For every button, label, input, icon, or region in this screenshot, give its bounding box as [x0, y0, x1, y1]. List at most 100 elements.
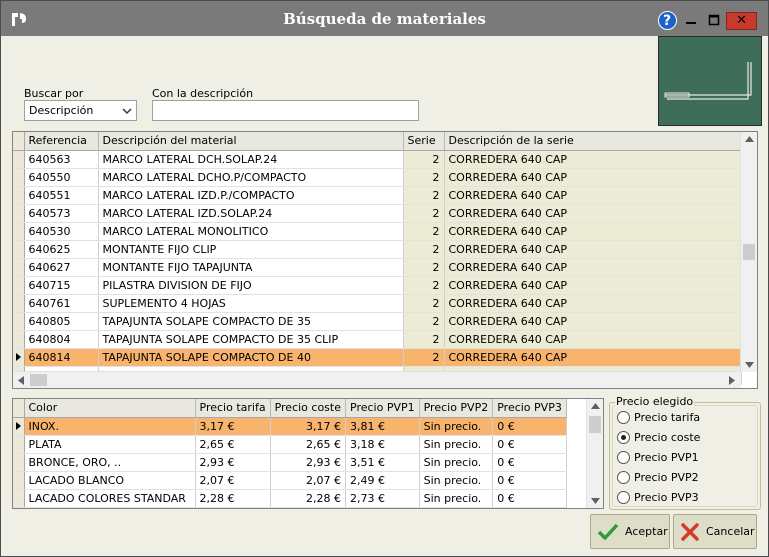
material-row[interactable]: 640563 MARCO LATERAL DCH.SOLAP.24 2 CORREDE…: [13, 150, 742, 169]
materials-horizontal-scrollbar[interactable]: [13, 371, 741, 388]
scroll-down-icon[interactable]: [591, 498, 600, 504]
cell-ref: 640550: [24, 168, 99, 187]
cell-color: BRONCE, ORO, ..: [24, 453, 196, 472]
material-row[interactable]: 640761 SUPLEMENTO 4 HOJAS 2 CORREDERA 640 C…: [13, 294, 742, 313]
material-row[interactable]: 640550 MARCO LATERAL DCHO.P/COMPACTO 2 CORR…: [13, 168, 742, 187]
profile-preview: [658, 36, 762, 126]
color-row[interactable]: LACADO COLORES STANDAR 2,28 €2,28 €2,73 €…: [13, 489, 567, 508]
cell-precio-pvp1: 3,81 €: [345, 417, 420, 436]
profile-drawing-icon: [664, 62, 752, 100]
cell-desc: TAPAJUNTA SOLAPE COMPACTO DE 35: [98, 312, 404, 331]
color-row[interactable]: LACADO BLANCO 2,07 €2,07 €2,49 € Sin preci…: [13, 471, 567, 490]
column-header-descripcion-serie[interactable]: Descripción de la serie: [444, 132, 742, 151]
search-by-select[interactable]: Descripción: [24, 100, 137, 121]
materials-vertical-scrollbar[interactable]: [740, 132, 757, 372]
scroll-left-icon[interactable]: [18, 376, 24, 385]
cell-precio-pvp3: 0 €: [492, 489, 567, 508]
material-row[interactable]: 640573 MARCO LATERAL IZD.SOLAP.24 2 CORREDE…: [13, 204, 742, 223]
column-header-precio-pvp1[interactable]: Precio PVP1: [345, 399, 420, 418]
cell-desc: MONTANTE FIJO CLIP: [98, 240, 404, 259]
cell-desc: MONTANTE FIJO TAPAJUNTA: [98, 258, 404, 277]
description-label: Con la descripción: [152, 87, 254, 100]
column-header-precio-coste[interactable]: Precio coste: [270, 399, 347, 418]
cell-color: INOX.: [24, 417, 196, 436]
cell-serie: 2: [403, 258, 445, 277]
help-button[interactable]: ?: [657, 10, 677, 30]
material-row[interactable]: 640551 MARCO LATERAL IZD.P./COMPACTO 2 CORR…: [13, 186, 742, 205]
cell-desc: MARCO LATERAL IZD.SOLAP.24: [98, 204, 404, 223]
cell-serie-desc: CORREDERA 640 CAP: [444, 222, 742, 241]
description-input[interactable]: [152, 100, 419, 121]
row-indicator: [13, 240, 25, 259]
material-row[interactable]: 640627 MONTANTE FIJO TAPAJUNTA 2 CORREDERA …: [13, 258, 742, 277]
row-indicator: [13, 489, 25, 508]
cancel-button[interactable]: Cancelar: [673, 514, 757, 549]
material-row[interactable]: 640804 TAPAJUNTA SOLAPE COMPACTO DE 35 CL…: [13, 330, 742, 349]
column-header-precio-pvp3[interactable]: Precio PVP3: [492, 399, 567, 418]
cell-precio-coste: 3,17 €: [270, 417, 347, 436]
materials-grid: Referencia Descripción del material Seri…: [12, 131, 758, 389]
colors-vertical-scrollbar[interactable]: [586, 399, 603, 508]
minimize-icon: [686, 22, 696, 24]
cell-precio-coste: 2,65 €: [270, 435, 347, 454]
cell-serie-desc: CORREDERA 640 CAP: [444, 186, 742, 205]
radio-circle-icon[interactable]: [617, 430, 630, 444]
cell-serie-desc: CORREDERA 640 CAP: [444, 348, 742, 367]
minimize-button[interactable]: [682, 10, 700, 30]
price-option-radio[interactable]: Precio tarifa: [617, 409, 700, 425]
price-option-radio[interactable]: Precio PVP3: [617, 489, 699, 505]
cell-serie: 2: [403, 150, 445, 169]
price-option-radio[interactable]: Precio coste: [617, 429, 700, 445]
cell-precio-tarifa: 2,65 €: [195, 435, 271, 454]
column-header-color[interactable]: Color: [24, 399, 196, 418]
column-header-precio-pvp2[interactable]: Precio PVP2: [419, 399, 494, 418]
scroll-up-icon[interactable]: [745, 136, 754, 142]
color-row[interactable]: BRONCE, ORO, .. 2,93 €2,93 €3,51 € Sin pre…: [13, 453, 567, 472]
cell-ref: 640814: [24, 348, 99, 367]
hscroll-thumb[interactable]: [30, 374, 47, 386]
row-indicator: [13, 222, 25, 241]
current-row-icon: [16, 422, 21, 430]
cell-precio-pvp3: 0 €: [492, 417, 567, 436]
scroll-right-icon[interactable]: [729, 376, 735, 385]
materials-body: 640563 MARCO LATERAL DCH.SOLAP.24 2 CORREDE…: [13, 150, 742, 385]
materials-table: Referencia Descripción del material Seri…: [13, 132, 742, 385]
column-header-precio-tarifa[interactable]: Precio tarifa: [195, 399, 271, 418]
colors-body: INOX. 3,17 €3,17 €3,81 € Sin precio. 0 € PLA…: [13, 417, 567, 508]
cell-precio-coste: 2,28 €: [270, 489, 347, 508]
accept-button[interactable]: Aceptar: [590, 514, 670, 549]
price-option-label: Precio coste: [634, 430, 701, 444]
maximize-button[interactable]: [705, 10, 723, 30]
cell-precio-pvp1: 3,18 €: [345, 435, 420, 454]
colors-grid: Color Precio tarifa Precio coste Precio …: [12, 398, 604, 509]
row-indicator: [13, 276, 25, 295]
search-by-label: Buscar por: [24, 87, 84, 100]
cell-color: LACADO COLORES STANDAR: [24, 489, 196, 508]
cell-precio-pvp2: Sin precio.: [419, 453, 494, 472]
material-row[interactable]: 640805 TAPAJUNTA SOLAPE COMPACTO DE 35 2 CO…: [13, 312, 742, 331]
material-row[interactable]: 640530 MARCO LATERAL MONOLITICO 2 CORREDERA…: [13, 222, 742, 241]
scroll-down-icon[interactable]: [745, 362, 754, 368]
material-row[interactable]: 640814 TAPAJUNTA SOLAPE COMPACTO DE 40 2 CO…: [13, 348, 742, 367]
current-row-icon: [16, 353, 21, 361]
color-row[interactable]: PLATA 2,65 €2,65 €3,18 € Sin precio. 0 €: [13, 435, 567, 454]
column-header-referencia[interactable]: Referencia: [24, 132, 99, 151]
cell-precio-pvp3: 0 €: [492, 435, 567, 454]
radio-circle-icon[interactable]: [617, 410, 630, 424]
materials-header-row: Referencia Descripción del material Seri…: [13, 132, 742, 151]
material-row[interactable]: 640625 MONTANTE FIJO CLIP 2 CORREDERA 640 C…: [13, 240, 742, 259]
column-header-serie[interactable]: Serie: [403, 132, 445, 151]
price-option-radio[interactable]: Precio PVP1: [617, 449, 699, 465]
material-row[interactable]: 640715 PILASTRA DIVISION DE FIJO 2 CORREDER…: [13, 276, 742, 295]
price-option-radio[interactable]: Precio PVP2: [617, 469, 699, 485]
close-button[interactable]: ✕: [726, 12, 757, 30]
radio-circle-icon[interactable]: [617, 470, 630, 484]
radio-circle-icon[interactable]: [617, 490, 630, 504]
cell-serie: 2: [403, 168, 445, 187]
scroll-thumb[interactable]: [589, 416, 601, 433]
scroll-up-icon[interactable]: [591, 403, 600, 409]
radio-circle-icon[interactable]: [617, 450, 630, 464]
column-header-descripcion[interactable]: Descripción del material: [98, 132, 404, 151]
color-row[interactable]: INOX. 3,17 €3,17 €3,81 € Sin precio. 0 €: [13, 417, 567, 436]
scroll-thumb[interactable]: [743, 244, 755, 260]
